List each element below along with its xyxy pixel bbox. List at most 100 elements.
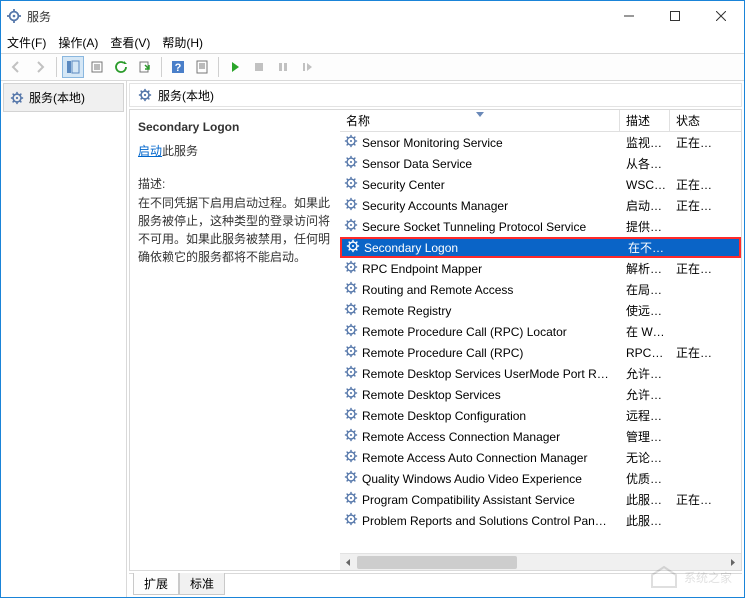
right-pane: 服务(本地) Secondary Logon 启动此服务 描述: 在不同凭据下启… (127, 81, 744, 597)
service-row[interactable]: Secondary Logon在不… (340, 237, 741, 258)
service-row[interactable]: Remote Desktop Services UserMode Port R…… (340, 363, 741, 384)
scroll-thumb[interactable] (357, 556, 517, 569)
service-desc: 管理… (620, 428, 670, 445)
service-desc: 允许… (620, 365, 670, 382)
restart-service-button[interactable] (296, 56, 318, 78)
service-row[interactable]: Problem Reports and Solutions Control Pa… (340, 510, 741, 531)
start-service-suffix: 此服务 (162, 144, 198, 158)
services-app-icon (7, 9, 21, 23)
gear-icon (344, 260, 358, 277)
service-row[interactable]: Quality Windows Audio Video Experience优质… (340, 468, 741, 489)
export-button[interactable] (134, 56, 156, 78)
pause-service-button[interactable] (272, 56, 294, 78)
service-desc: 启动… (620, 197, 670, 214)
list-header: 名称 描述 状态 (340, 110, 741, 132)
service-row[interactable]: Remote Registry 使远… (340, 300, 741, 321)
toolbar-separator (161, 57, 162, 77)
services-list: 名称 描述 状态 Sensor Monitoring Service监视…正在…… (340, 110, 741, 570)
service-row[interactable]: Remote Procedure Call (RPC)RPC…正在… (340, 342, 741, 363)
tab-standard[interactable]: 标准 (179, 573, 225, 595)
menu-bar: 文件(F) 操作(A) 查看(V) 帮助(H) (1, 31, 744, 53)
help-button[interactable]: ? (167, 56, 189, 78)
service-row[interactable]: RPC Endpoint Mapper 解析…正在… (340, 258, 741, 279)
show-hide-tree-button[interactable] (62, 56, 84, 78)
service-state: 正在… (670, 176, 741, 193)
service-row[interactable]: Routing and Remote Access在局… (340, 279, 741, 300)
service-name: Remote Procedure Call (RPC) (362, 346, 523, 360)
service-desc: 远程… (620, 407, 670, 424)
service-row[interactable]: Sensor Data Service从各… (340, 153, 741, 174)
service-desc: 监视… (620, 134, 670, 151)
sort-indicator-icon (476, 112, 484, 117)
list-body[interactable]: Sensor Monitoring Service监视…正在…Sensor Da… (340, 132, 741, 553)
service-name: Remote Procedure Call (RPC) Locator (362, 325, 567, 339)
maximize-button[interactable] (652, 1, 698, 31)
service-desc: 解析… (620, 260, 670, 277)
close-button[interactable] (698, 1, 744, 31)
menu-view[interactable]: 查看(V) (110, 34, 150, 51)
toolbar: ? (1, 53, 744, 81)
gear-icon (344, 365, 358, 382)
service-row[interactable]: Remote Desktop Configuration 远程… (340, 405, 741, 426)
gear-icon (344, 323, 358, 340)
service-row[interactable]: Secure Socket Tunneling Protocol Service… (340, 216, 741, 237)
gear-icon (10, 91, 24, 105)
gear-icon (138, 88, 152, 102)
window-title: 服务 (27, 8, 51, 25)
properties-button[interactable] (86, 56, 108, 78)
service-name: Security Center (362, 178, 445, 192)
properties-sheet-button[interactable] (191, 56, 213, 78)
start-service-link[interactable]: 启动 (138, 144, 162, 158)
refresh-button[interactable] (110, 56, 132, 78)
pane-title: 服务(本地) (158, 87, 214, 104)
service-desc: 在 W… (620, 323, 670, 340)
service-name: Remote Desktop Services (362, 388, 501, 402)
service-name: RPC Endpoint Mapper (362, 262, 482, 276)
column-header-state[interactable]: 状态 (670, 110, 741, 131)
content-area: 服务(本地) 服务(本地) Secondary Logon 启动此服务 描述: … (1, 81, 744, 597)
service-name: Security Accounts Manager (362, 199, 508, 213)
service-state: 正在… (670, 344, 741, 361)
service-desc: 使远… (620, 302, 670, 319)
back-button[interactable] (5, 56, 27, 78)
service-row[interactable]: Remote Access Auto Connection Manager 无论… (340, 447, 741, 468)
service-name: Sensor Data Service (362, 157, 472, 171)
gear-icon (344, 407, 358, 424)
service-state: 正在… (670, 197, 741, 214)
service-name: Remote Access Connection Manager (362, 430, 560, 444)
service-desc: WSC… (620, 178, 670, 192)
service-desc: 此服… (620, 512, 670, 529)
minimize-button[interactable] (606, 1, 652, 31)
menu-action[interactable]: 操作(A) (58, 34, 98, 51)
service-row[interactable]: Security Accounts Manager 启动…正在… (340, 195, 741, 216)
service-name: Secure Socket Tunneling Protocol Service (362, 220, 586, 234)
service-desc: 无论… (620, 449, 670, 466)
service-row[interactable]: Sensor Monitoring Service监视…正在… (340, 132, 741, 153)
service-row[interactable]: Remote Desktop Services 允许… (340, 384, 741, 405)
start-service-button[interactable] (224, 56, 246, 78)
service-name: Quality Windows Audio Video Experience (362, 472, 582, 486)
gear-icon (344, 470, 358, 487)
menu-help[interactable]: 帮助(H) (162, 34, 203, 51)
service-name: Remote Registry (362, 304, 451, 318)
service-row[interactable]: Remote Procedure Call (RPC) Locator 在 W… (340, 321, 741, 342)
service-name: Remote Desktop Configuration (362, 409, 526, 423)
service-desc: 在局… (620, 281, 670, 298)
forward-button[interactable] (29, 56, 51, 78)
service-state: 正在… (670, 260, 741, 277)
scroll-left-arrow[interactable] (340, 554, 357, 570)
tab-extended[interactable]: 扩展 (133, 573, 179, 595)
stop-service-button[interactable] (248, 56, 270, 78)
menu-file[interactable]: 文件(F) (7, 34, 46, 51)
gear-icon (344, 302, 358, 319)
service-row[interactable]: Security Center WSC…正在… (340, 174, 741, 195)
service-row[interactable]: Program Compatibility Assistant Service此… (340, 489, 741, 510)
column-header-name[interactable]: 名称 (340, 110, 620, 131)
service-row[interactable]: Remote Access Connection Manager 管理… (340, 426, 741, 447)
service-name: Program Compatibility Assistant Service (362, 493, 575, 507)
column-header-desc[interactable]: 描述 (620, 110, 670, 131)
service-desc: 允许… (620, 386, 670, 403)
tree-root-services[interactable]: 服务(本地) (3, 83, 124, 112)
toolbar-separator (56, 57, 57, 77)
service-name: Remote Access Auto Connection Manager (362, 451, 587, 465)
